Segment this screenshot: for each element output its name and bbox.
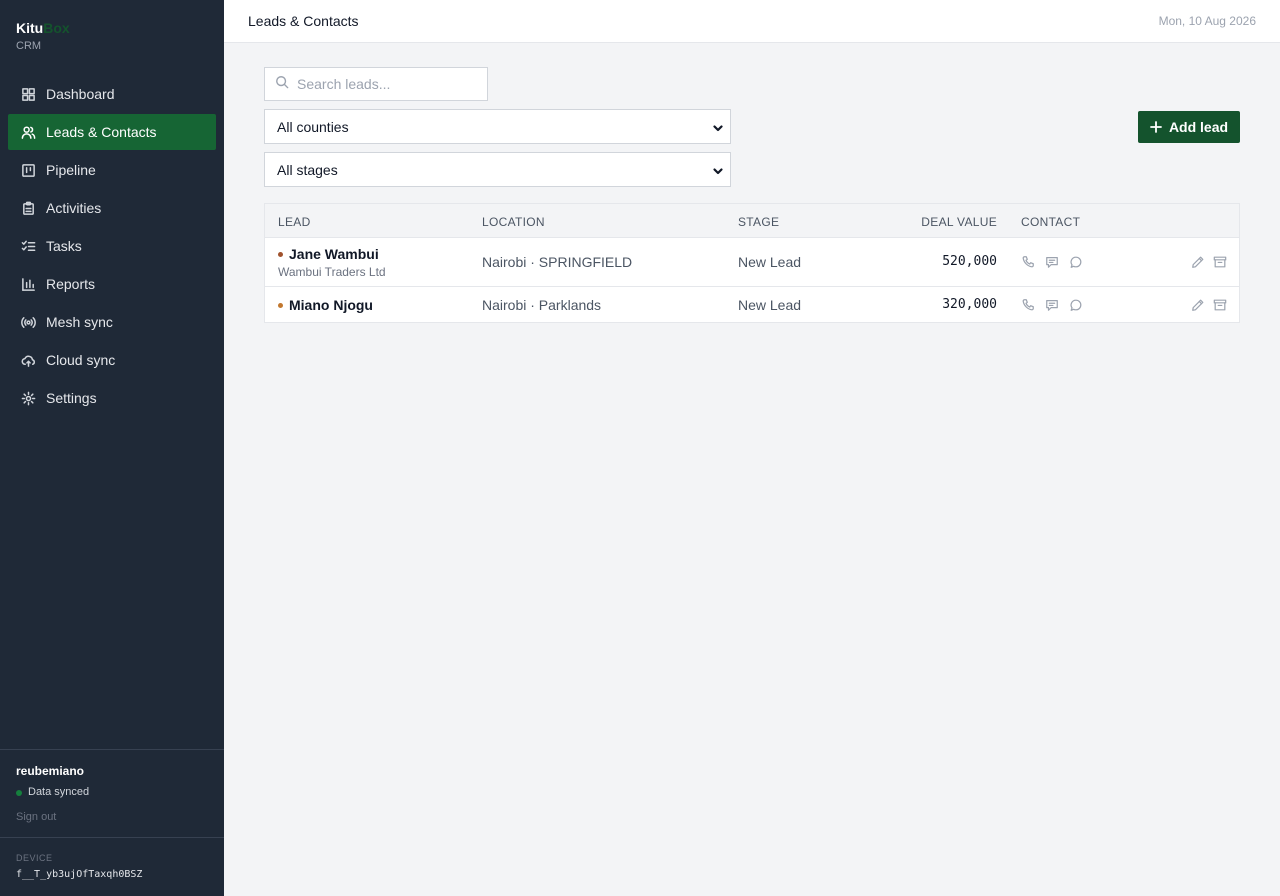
table-header: LEAD LOCATION STAGE DEAL VALUE CONTACT: [265, 204, 1239, 238]
sidebar-item-reports[interactable]: Reports: [8, 266, 216, 302]
brand-name-part2: Box: [43, 20, 70, 36]
leads-table: LEAD LOCATION STAGE DEAL VALUE CONTACT J…: [264, 203, 1240, 323]
sidebar-item-tasks[interactable]: Tasks: [8, 228, 216, 264]
add-lead-label: Add lead: [1168, 119, 1229, 135]
phone-icon[interactable]: [1021, 255, 1035, 269]
sidebar-item-label: Settings: [46, 390, 97, 406]
add-lead-button[interactable]: Add lead: [1138, 111, 1240, 143]
column-header-lead: LEAD: [278, 215, 311, 229]
bar-chart-icon: [20, 276, 36, 292]
column-header-stage: STAGE: [738, 215, 780, 229]
clipboard-icon: [20, 200, 36, 216]
contact-icons: [1021, 298, 1093, 312]
search-input[interactable]: [297, 76, 477, 92]
sidebar-item-activities[interactable]: Activities: [8, 190, 216, 226]
device-label: DEVICE: [16, 853, 53, 863]
lead-name[interactable]: Jane Wambui: [278, 246, 379, 262]
edit-icon[interactable]: [1191, 298, 1205, 312]
lead-stage: New Lead: [738, 297, 802, 313]
stage-select-value: All stages: [277, 161, 338, 178]
sidebar-item-cloud-sync[interactable]: Cloud sync: [8, 342, 216, 378]
sidebar-item-label: Reports: [46, 276, 96, 292]
county-select-value: All counties: [277, 118, 349, 135]
sidebar-item-pipeline[interactable]: Pipeline: [8, 152, 216, 188]
brand-subtitle: CRM: [16, 40, 42, 52]
lead-deal-value: 320,000: [942, 297, 997, 312]
chat-icon[interactable]: [1069, 298, 1083, 312]
current-date: Mon, 10 Aug 2026: [1158, 14, 1256, 28]
plus-icon: [1150, 121, 1169, 133]
chat-icon[interactable]: [1069, 255, 1083, 269]
brand: KituBox CRM: [16, 20, 70, 53]
archive-icon[interactable]: [1213, 255, 1227, 269]
column-header-location: LOCATION: [482, 215, 545, 229]
brand-name-part1: Kitu: [16, 20, 44, 36]
sidebar-item-label: Activities: [46, 200, 102, 216]
stage-select[interactable]: All stages: [264, 152, 731, 187]
sidebar-item-label: Leads & Contacts: [46, 124, 157, 140]
lead-location: Nairobi · Parklands: [482, 297, 602, 313]
contact-icons: [1021, 255, 1093, 269]
device-id: f__T_yb3ujOfTaxqh0BSZ: [16, 869, 143, 880]
sidebar-item-dashboard[interactable]: Dashboard: [8, 76, 216, 112]
broadcast-icon: [20, 314, 36, 330]
sidebar-nav: Dashboard Leads & Contacts Pipeline Acti…: [8, 76, 216, 418]
top-bar: Leads & Contacts Mon, 10 Aug 2026: [224, 0, 1280, 43]
sync-status-dot-icon: [16, 789, 22, 796]
sidebar-item-settings[interactable]: Settings: [8, 380, 216, 416]
lead-status-dot-icon: [278, 251, 283, 257]
sync-status-label: Data synced: [28, 786, 90, 798]
user-name: reubemiano: [16, 764, 85, 778]
checklist-icon: [20, 238, 36, 254]
lead-location: Nairobi · SPRINGFIELD: [482, 254, 633, 270]
column-header-contact: CONTACT: [1021, 215, 1081, 229]
search-icon: [275, 75, 289, 94]
table-row[interactable]: Jane Wambui Wambui Traders Ltd Nairobi ·…: [265, 238, 1239, 287]
sync-status: Data synced: [16, 786, 208, 799]
cloud-sync-icon: [20, 352, 36, 368]
grid-icon: [20, 86, 36, 102]
county-select[interactable]: All counties: [264, 109, 731, 144]
lead-company: Wambui Traders Ltd: [278, 265, 386, 279]
sidebar-item-label: Mesh sync: [46, 314, 113, 330]
device-panel: DEVICE f__T_yb3ujOfTaxqh0BSZ: [0, 837, 224, 881]
user-panel: reubemiano Data synced Sign out: [0, 749, 224, 837]
edit-icon[interactable]: [1191, 255, 1205, 269]
lead-stage: New Lead: [738, 254, 802, 270]
chevron-down-icon: [712, 164, 724, 176]
sign-out-link[interactable]: Sign out: [16, 811, 208, 824]
archive-icon[interactable]: [1213, 298, 1227, 312]
sidebar-item-leads-contacts[interactable]: Leads & Contacts: [8, 114, 216, 150]
lead-status-dot-icon: [278, 302, 283, 308]
chevron-down-icon: [712, 121, 724, 133]
kanban-icon: [20, 162, 36, 178]
sms-icon[interactable]: [1045, 255, 1059, 269]
sidebar-item-label: Tasks: [46, 238, 82, 254]
sidebar-item-label: Dashboard: [46, 86, 115, 102]
users-icon: [20, 124, 36, 140]
page-title: Leads & Contacts: [248, 13, 359, 29]
sidebar: KituBox CRM Dashboard Leads & Contacts P…: [0, 0, 224, 896]
table-row[interactable]: Miano Njogu Nairobi · Parklands New Lead…: [265, 287, 1239, 323]
lead-name-text: Miano Njogu: [289, 297, 373, 313]
search-box[interactable]: [264, 67, 488, 101]
sidebar-item-label: Pipeline: [46, 162, 96, 178]
lead-name[interactable]: Miano Njogu: [278, 297, 373, 313]
column-header-deal-value: DEAL VALUE: [921, 215, 997, 229]
sidebar-item-mesh-sync[interactable]: Mesh sync: [8, 304, 216, 340]
sms-icon[interactable]: [1045, 298, 1059, 312]
row-actions: [1191, 255, 1235, 269]
phone-icon[interactable]: [1021, 298, 1035, 312]
lead-deal-value: 520,000: [942, 254, 997, 269]
row-actions: [1191, 298, 1235, 312]
gear-icon: [20, 390, 36, 406]
brand-name: KituBox: [16, 20, 70, 36]
sidebar-item-label: Cloud sync: [46, 352, 116, 368]
lead-name-text: Jane Wambui: [289, 246, 379, 262]
